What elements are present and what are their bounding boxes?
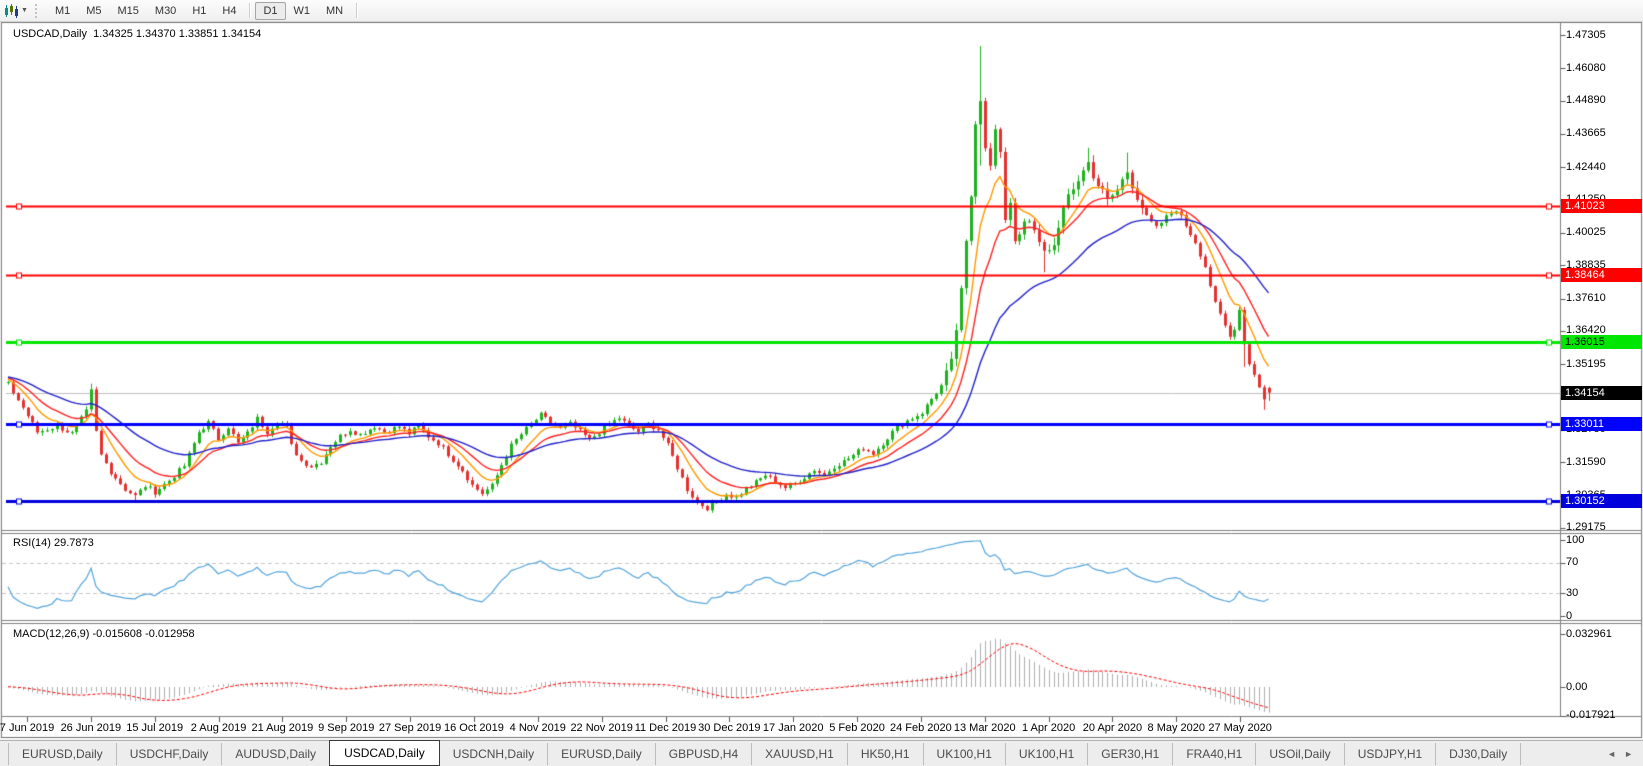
price-tick-label: 1.37610 (1566, 292, 1640, 305)
dropdown-caret-icon[interactable]: ▼ (21, 7, 28, 14)
timeframe-button-mn[interactable]: MN (318, 2, 351, 20)
tab-scroll-buttons: ◄ ► (1607, 749, 1633, 759)
current-price-label: 1.34154 (1561, 386, 1642, 400)
price-line-label: 1.30152 (1561, 494, 1642, 508)
symbol-tab-ger30-h1[interactable]: GER30,H1 (1088, 743, 1173, 765)
timeframe-button-h1[interactable]: H1 (184, 2, 214, 20)
macd-tick-label: 0.032961 (1566, 628, 1640, 641)
timeframe-button-w1[interactable]: W1 (286, 2, 319, 20)
symbol-tab-gbpusd-h4[interactable]: GBPUSD,H4 (656, 743, 752, 765)
candlestick-chart-icon[interactable] (4, 4, 20, 18)
symbol-tabs: EURUSD,DailyUSDCHF,DailyAUDUSD,DailyUSDC… (8, 742, 1521, 766)
rsi-tick-label: 70 (1566, 556, 1640, 569)
macd-tick-label: 0.00 (1566, 681, 1640, 694)
symbol-tab-usdjpy-h1[interactable]: USDJPY,H1 (1345, 743, 1436, 765)
price-tick-label: 1.35195 (1566, 358, 1640, 371)
symbol-tab-usdcad-daily[interactable]: USDCAD,Daily (329, 740, 440, 766)
symbol-tab-audusd-daily[interactable]: AUDUSD,Daily (222, 743, 330, 765)
toolbar-separator (249, 3, 250, 18)
price-line-label: 1.36015 (1561, 335, 1642, 349)
price-tick-label: 1.44890 (1566, 94, 1640, 107)
symbol-tab-bar: EURUSD,DailyUSDCHF,DailyAUDUSD,DailyUSDC… (0, 740, 1643, 766)
timeframe-button-h4[interactable]: H4 (214, 2, 244, 20)
price-tick-label: 1.40025 (1566, 226, 1640, 239)
toolbar-separator (356, 3, 357, 18)
price-line-label: 1.41023 (1561, 199, 1642, 213)
symbol-tab-eurusd-daily[interactable]: EURUSD,Daily (8, 743, 117, 765)
symbol-tab-fra40-h1[interactable]: FRA40,H1 (1173, 743, 1256, 765)
price-tick-label: 1.43665 (1566, 127, 1640, 140)
symbol-tab-usdcnh-daily[interactable]: USDCNH,Daily (440, 743, 548, 765)
date-tick-label: 27 May 2020 (1198, 722, 1282, 734)
toolbar-grip (35, 4, 40, 18)
timeframe-button-m1[interactable]: M1 (47, 2, 78, 20)
symbol-tab-dj30-daily[interactable]: DJ30,Daily (1436, 743, 1521, 765)
rsi-tick-label: 100 (1566, 534, 1640, 547)
price-line-label: 1.33011 (1561, 417, 1642, 431)
price-chart-canvas[interactable] (0, 22, 1643, 738)
price-tick-label: 1.46080 (1566, 62, 1640, 75)
rsi-tick-label: 30 (1566, 587, 1640, 600)
price-tick-label: 1.42440 (1566, 161, 1640, 174)
timeframe-button-m15[interactable]: M15 (110, 2, 147, 20)
symbol-tab-hk50-h1[interactable]: HK50,H1 (848, 743, 924, 765)
timeframe-button-d1[interactable]: D1 (255, 2, 285, 20)
timeframe-button-m5[interactable]: M5 (78, 2, 109, 20)
price-line-label: 1.38464 (1561, 268, 1642, 282)
symbol-tab-usdchf-daily[interactable]: USDCHF,Daily (117, 743, 223, 765)
symbol-tab-xauusd-h1[interactable]: XAUUSD,H1 (752, 743, 848, 765)
price-tick-label: 1.47305 (1566, 29, 1640, 42)
tab-scroll-left-icon[interactable]: ◄ (1607, 749, 1616, 759)
symbol-tab-usoil-daily[interactable]: USOil,Daily (1256, 743, 1344, 765)
macd-tick-label: -0.017921 (1566, 709, 1640, 722)
rsi-tick-label: 0 (1566, 610, 1640, 623)
symbol-tab-eurusd-daily[interactable]: EURUSD,Daily (548, 743, 656, 765)
tab-scroll-right-icon[interactable]: ► (1624, 749, 1633, 759)
price-tick-label: 1.31590 (1566, 456, 1640, 469)
toolbar: ▼ M1 M5 M15 M30 H1 H4 D1 W1 MN (0, 0, 1643, 22)
timeframe-button-m30[interactable]: M30 (147, 2, 184, 20)
symbol-tab-uk100-h1[interactable]: UK100,H1 (1006, 743, 1088, 765)
symbol-tab-uk100-h1[interactable]: UK100,H1 (924, 743, 1006, 765)
